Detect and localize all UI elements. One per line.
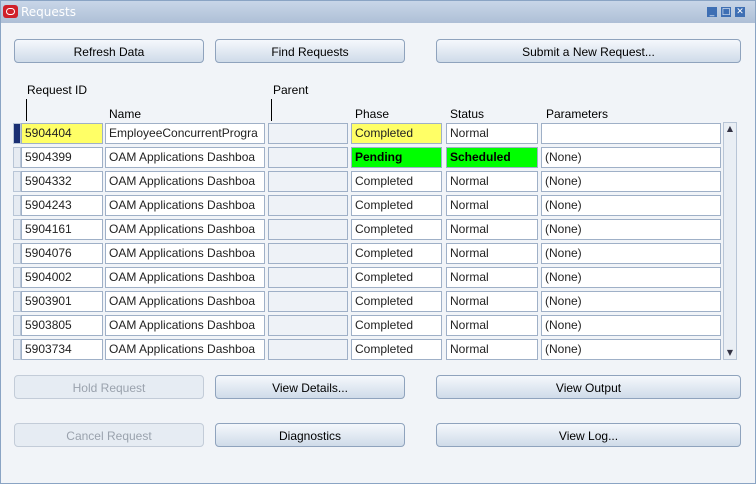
request-id-cell[interactable]: 5904332 [21, 171, 103, 192]
parameters-cell[interactable] [541, 123, 721, 144]
parameters-cell[interactable]: (None) [541, 267, 721, 288]
phase-cell[interactable]: Completed [351, 195, 442, 216]
row-marker[interactable] [13, 267, 21, 288]
row-marker[interactable] [13, 147, 21, 168]
minimize-icon[interactable]: _ [707, 7, 717, 17]
row-marker-current[interactable] [13, 123, 21, 144]
name-cell[interactable]: OAM Applications Dashboa [105, 243, 265, 264]
phase-cell[interactable]: Completed [351, 267, 442, 288]
row-marker[interactable] [13, 171, 21, 192]
find-requests-button[interactable]: Find Requests [215, 39, 405, 63]
header-parameters: Parameters [546, 107, 609, 121]
status-cell[interactable]: Normal [446, 171, 538, 192]
scroll-down-icon[interactable]: ▼ [724, 347, 736, 359]
phase-cell[interactable]: Completed [351, 339, 442, 360]
status-cell[interactable]: Normal [446, 195, 538, 216]
phase-cell[interactable]: Completed [351, 315, 442, 336]
status-cell[interactable]: Normal [446, 123, 538, 144]
phase-cell[interactable]: Completed [351, 291, 442, 312]
phase-cell[interactable]: Completed [351, 171, 442, 192]
name-cell[interactable]: OAM Applications Dashboa [105, 195, 265, 216]
header-parent: Parent [273, 83, 309, 97]
parameters-cell[interactable]: (None) [541, 315, 721, 336]
parent-cell[interactable] [268, 195, 348, 216]
phase-cell[interactable]: Completed [351, 123, 442, 144]
submit-new-request-button[interactable]: Submit a New Request... [436, 39, 741, 63]
header-name: Name [109, 107, 142, 121]
request-id-cell[interactable]: 5903805 [21, 315, 103, 336]
diagnostics-button[interactable]: Diagnostics [215, 423, 405, 447]
parent-cell[interactable] [268, 123, 348, 144]
request-id-cell[interactable]: 5904076 [21, 243, 103, 264]
request-id-cell[interactable]: 5904002 [21, 267, 103, 288]
status-cell[interactable]: Normal [446, 267, 538, 288]
status-cell[interactable]: Normal [446, 243, 538, 264]
row-marker[interactable] [13, 315, 21, 336]
row-marker[interactable] [13, 291, 21, 312]
refresh-data-button[interactable]: Refresh Data [14, 39, 204, 63]
parameters-cell[interactable]: (None) [541, 195, 721, 216]
close-icon[interactable]: ✕ [735, 7, 745, 17]
request-id-cell[interactable]: 5903734 [21, 339, 103, 360]
maximize-icon[interactable]: □ [721, 7, 731, 17]
oracle-logo-icon [3, 5, 18, 18]
status-cell[interactable]: Normal [446, 339, 538, 360]
row-marker[interactable] [13, 243, 21, 264]
parameters-cell[interactable]: (None) [541, 339, 721, 360]
request-id-cell[interactable]: 5904161 [21, 219, 103, 240]
header-divider [26, 99, 27, 121]
view-details-button[interactable]: View Details... [215, 375, 405, 399]
phase-cell[interactable]: Completed [351, 219, 442, 240]
cancel-request-button[interactable]: Cancel Request [14, 423, 204, 447]
name-cell[interactable]: OAM Applications Dashboa [105, 267, 265, 288]
name-cell[interactable]: OAM Applications Dashboa [105, 339, 265, 360]
request-id-cell[interactable]: 5904243 [21, 195, 103, 216]
status-cell[interactable]: Scheduled [446, 147, 538, 168]
name-cell[interactable]: OAM Applications Dashboa [105, 219, 265, 240]
window-title: Requests [21, 5, 76, 19]
header-status: Status [450, 107, 485, 121]
view-log-button[interactable]: View Log... [436, 423, 741, 447]
parameters-cell[interactable]: (None) [541, 219, 721, 240]
row-marker[interactable] [13, 195, 21, 216]
status-cell[interactable]: Normal [446, 291, 538, 312]
vertical-scrollbar[interactable]: ▲ ▼ [723, 122, 737, 360]
name-cell[interactable]: OAM Applications Dashboa [105, 147, 265, 168]
parent-cell[interactable] [268, 243, 348, 264]
status-cell[interactable]: Normal [446, 219, 538, 240]
parent-cell[interactable] [268, 171, 348, 192]
requests-window: Requests _ □ ✕ Refresh Data Find Request… [0, 0, 756, 484]
scroll-up-icon[interactable]: ▲ [724, 123, 736, 135]
row-marker[interactable] [13, 339, 21, 360]
parameters-cell[interactable]: (None) [541, 243, 721, 264]
row-marker[interactable] [13, 219, 21, 240]
parent-cell[interactable] [268, 339, 348, 360]
parameters-cell[interactable]: (None) [541, 147, 721, 168]
hold-request-button[interactable]: Hold Request [14, 375, 204, 399]
parent-cell[interactable] [268, 219, 348, 240]
parent-cell[interactable] [268, 291, 348, 312]
parent-cell[interactable] [268, 267, 348, 288]
header-divider [271, 99, 272, 121]
request-id-cell[interactable]: 5904404 [21, 123, 103, 144]
request-id-cell[interactable]: 5903901 [21, 291, 103, 312]
phase-cell[interactable]: Completed [351, 243, 442, 264]
name-cell[interactable]: EmployeeConcurrentProgra [105, 123, 265, 144]
parameters-cell[interactable]: (None) [541, 171, 721, 192]
header-phase: Phase [355, 107, 390, 121]
name-cell[interactable]: OAM Applications Dashboa [105, 315, 265, 336]
view-output-button[interactable]: View Output [436, 375, 741, 399]
name-cell[interactable]: OAM Applications Dashboa [105, 171, 265, 192]
phase-cell[interactable]: Pending [351, 147, 442, 168]
title-bar: Requests _ □ ✕ [1, 1, 755, 23]
parameters-cell[interactable]: (None) [541, 291, 721, 312]
header-request-id: Request ID [27, 83, 88, 97]
parent-cell[interactable] [268, 315, 348, 336]
name-cell[interactable]: OAM Applications Dashboa [105, 291, 265, 312]
status-cell[interactable]: Normal [446, 315, 538, 336]
request-id-cell[interactable]: 5904399 [21, 147, 103, 168]
parent-cell[interactable] [268, 147, 348, 168]
